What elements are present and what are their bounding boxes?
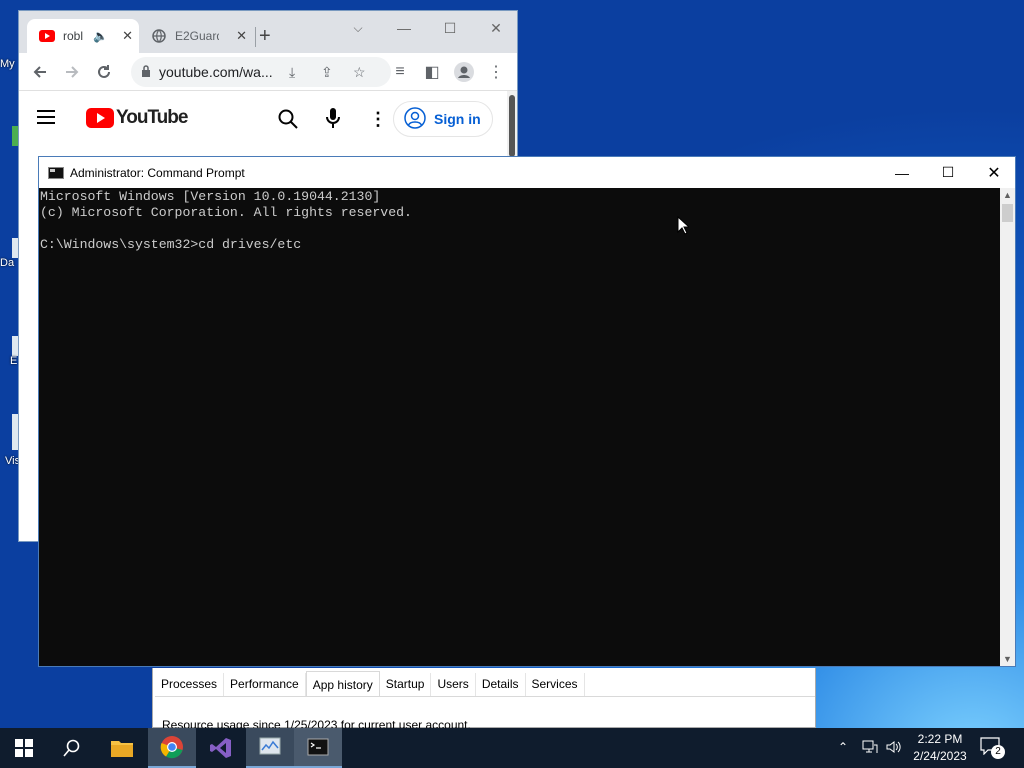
search-icon [63,739,80,757]
console-line: Microsoft Windows [Version 10.0.19044.21… [40,189,381,204]
account-icon [404,106,426,132]
chevron-up-icon[interactable]: ⌃ [838,740,848,754]
notification-count-badge: 2 [991,745,1005,759]
task-manager-window: Processes Performance App history Startu… [152,668,816,732]
command-prompt-window: Administrator: Command Prompt — ☐ ✕ Micr… [38,156,1016,667]
close-button[interactable]: ✕ [473,15,519,41]
close-icon[interactable]: ✕ [122,28,133,44]
chrome-icon [160,736,183,759]
tab-processes[interactable]: Processes [155,673,225,696]
globe-icon [151,28,167,44]
tab-details[interactable]: Details [476,673,526,696]
browser-tab-youtube[interactable]: robl 🔈 ✕ [27,19,139,53]
minimize-button[interactable]: — [381,15,427,41]
youtube-header: YouTube ⋮ Sign in [19,91,507,147]
browser-toolbar: youtube.com/wa... ⤓ ⇪ ☆ ≡ ◧ ⋮ [19,53,517,91]
reload-icon[interactable] [93,61,115,83]
chrome-taskbar-button[interactable] [148,728,196,768]
volume-icon[interactable] [886,740,902,757]
youtube-logo[interactable]: YouTube [86,107,188,129]
scrollbar-thumb[interactable] [1002,204,1013,222]
command-prompt-taskbar-button[interactable] [294,728,342,768]
file-explorer-button[interactable] [98,728,146,768]
youtube-logo-text: YouTube [116,107,188,128]
console-output[interactable]: Microsoft Windows [Version 10.0.19044.21… [39,188,1000,666]
folder-icon [111,741,133,757]
network-icon[interactable] [862,740,878,757]
media-control-icon[interactable]: ≡ [389,61,411,83]
tab-strip: robl 🔈 ✕ E2Guard ✕ + ⌵ — ☐ ✕ [19,11,517,53]
share-icon[interactable]: ⇪ [321,64,333,81]
notification-center-button[interactable]: 2 [980,737,1006,761]
browser-tab-e2guardian[interactable]: E2Guard ✕ [143,19,253,53]
scrollbar-thumb[interactable] [509,95,515,157]
mouse-cursor-icon [677,215,691,238]
maximize-button[interactable]: ☐ [925,157,971,188]
hamburger-menu-icon[interactable] [37,109,57,128]
tab-startup[interactable]: Startup [380,673,432,696]
back-icon[interactable] [29,61,51,83]
speaker-icon[interactable]: 🔈 [93,29,108,43]
search-button[interactable] [48,728,96,768]
search-icon[interactable] [278,109,298,132]
tab-title: robl [63,29,84,43]
more-menu-icon[interactable]: ⋮ [485,61,507,83]
forward-icon[interactable] [61,61,83,83]
console-line: (c) Microsoft Corporation. All rights re… [40,205,412,220]
sign-in-label: Sign in [434,111,481,127]
task-manager-icon [259,737,281,755]
task-manager-tabs: Processes Performance App history Startu… [155,671,815,697]
star-icon[interactable]: ☆ [353,64,366,81]
tab-search-icon[interactable]: ⌵ [335,15,381,41]
system-clock[interactable]: 2:22 PM 2/24/2023 [908,731,972,765]
taskbar: ⌃ 2:22 PM 2/24/2023 2 [0,728,1024,768]
close-button[interactable]: ✕ [971,157,1017,188]
tab-title: E2Guard [175,29,219,43]
tab-users[interactable]: Users [431,673,476,696]
start-button[interactable] [0,728,48,768]
microphone-icon[interactable] [326,107,340,132]
clock-time: 2:22 PM [917,732,963,746]
console-line: C:\Windows\system32>cd drives/etc [40,237,302,252]
install-icon[interactable]: ⤓ [289,64,295,81]
sign-in-button[interactable]: Sign in [393,101,493,137]
command-prompt-icon [307,738,329,756]
youtube-icon [39,28,55,44]
clock-date: 2/24/2023 [913,749,967,763]
maximize-button[interactable]: ☐ [427,15,473,41]
desktop-icon-label[interactable]: My [0,58,15,70]
console-scrollbar[interactable]: ▲ ▼ [1000,188,1015,666]
cmd-app-icon[interactable] [48,166,64,179]
desktop-icon-label[interactable]: E [10,355,17,367]
tab-services[interactable]: Services [526,673,585,696]
lock-icon[interactable] [141,64,151,80]
cmd-title-bar[interactable]: Administrator: Command Prompt — ☐ ✕ [39,157,1015,188]
cmd-window-title: Administrator: Command Prompt [70,165,245,180]
windows-logo-icon [15,739,33,757]
task-manager-taskbar-button[interactable] [246,728,294,768]
scroll-up-icon[interactable]: ▲ [1003,190,1012,200]
settings-menu-icon[interactable]: ⋮ [369,109,387,130]
visual-studio-icon [210,738,231,758]
visual-studio-taskbar-button[interactable] [197,728,245,768]
tab-app-history[interactable]: App history [305,671,380,696]
scroll-down-icon[interactable]: ▼ [1003,654,1012,664]
address-text: youtube.com/wa... [159,64,273,80]
profile-icon[interactable] [453,61,475,83]
new-tab-button[interactable]: + [259,25,271,47]
minimize-button[interactable]: — [879,157,925,188]
side-panel-icon[interactable]: ◧ [421,61,443,83]
tab-performance[interactable]: Performance [224,673,306,696]
close-icon[interactable]: ✕ [236,28,247,44]
tab-divider [255,27,256,47]
address-bar[interactable]: youtube.com/wa... ⤓ ⇪ ☆ [131,57,391,87]
desktop-icon-label[interactable]: Da [0,257,14,269]
